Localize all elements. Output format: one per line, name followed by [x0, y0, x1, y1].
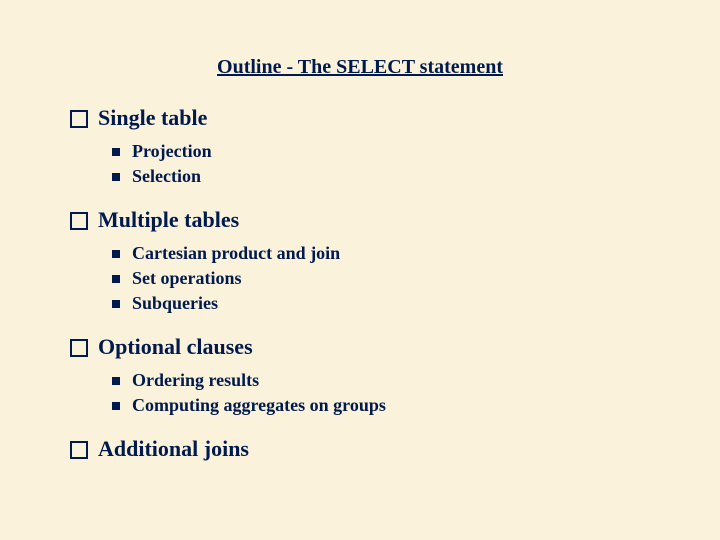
- sub-item-label: Cartesian product and join: [132, 243, 340, 264]
- filled-square-icon: [112, 300, 120, 308]
- section-label: Additional joins: [98, 436, 249, 462]
- list-item: Computing aggregates on groups: [112, 395, 650, 416]
- list-item: Subqueries: [112, 293, 650, 314]
- section-label: Multiple tables: [98, 207, 239, 233]
- section-label: Optional clauses: [98, 334, 253, 360]
- sub-item-label: Computing aggregates on groups: [132, 395, 386, 416]
- section-multiple-tables: Multiple tables Cartesian product and jo…: [70, 207, 650, 326]
- filled-square-icon: [112, 402, 120, 410]
- filled-square-icon: [112, 377, 120, 385]
- section-optional-clauses: Optional clauses Ordering results Comput…: [70, 334, 650, 428]
- hollow-square-icon: [70, 339, 88, 357]
- section-additional-joins: Additional joins: [70, 436, 650, 462]
- slide: Outline - The SELECT statement Single ta…: [0, 0, 720, 540]
- sub-item-label: Subqueries: [132, 293, 218, 314]
- filled-square-icon: [112, 275, 120, 283]
- section-single-table: Single table Projection Selection: [70, 105, 650, 199]
- sub-item-label: Projection: [132, 141, 212, 162]
- slide-title: Outline - The SELECT statement: [70, 56, 650, 79]
- sub-list: Projection Selection: [112, 137, 650, 191]
- list-item: Ordering results: [112, 370, 650, 391]
- hollow-square-icon: [70, 110, 88, 128]
- section-label: Single table: [98, 105, 207, 131]
- filled-square-icon: [112, 148, 120, 156]
- sub-list: Cartesian product and join Set operation…: [112, 239, 650, 318]
- sub-item-label: Set operations: [132, 268, 242, 289]
- list-item: Selection: [112, 166, 650, 187]
- outline-list: Single table Projection Selection Multip…: [70, 105, 650, 462]
- sub-list: Ordering results Computing aggregates on…: [112, 366, 650, 420]
- list-item: Projection: [112, 141, 650, 162]
- sub-item-label: Ordering results: [132, 370, 259, 391]
- filled-square-icon: [112, 173, 120, 181]
- list-item: Cartesian product and join: [112, 243, 650, 264]
- sub-item-label: Selection: [132, 166, 201, 187]
- hollow-square-icon: [70, 212, 88, 230]
- hollow-square-icon: [70, 441, 88, 459]
- list-item: Set operations: [112, 268, 650, 289]
- filled-square-icon: [112, 250, 120, 258]
